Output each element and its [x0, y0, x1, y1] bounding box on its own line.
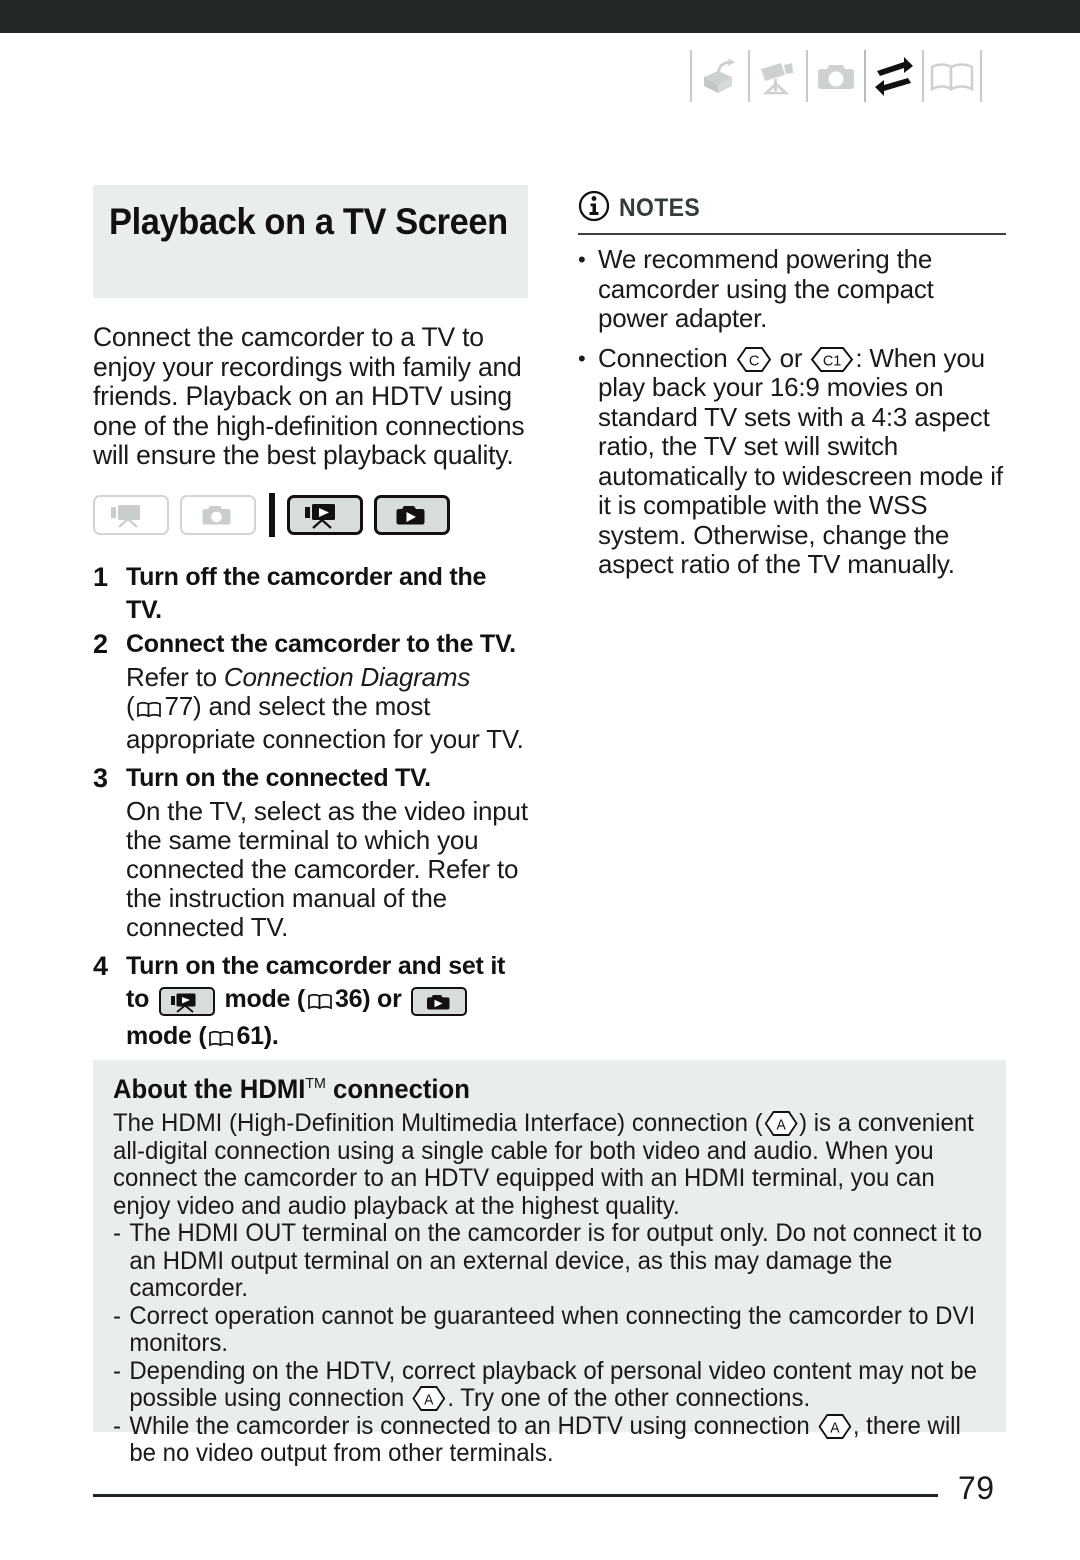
transfer-arrows-icon	[866, 48, 922, 104]
step-body-italic: Connection Diagrams	[223, 661, 471, 692]
hdmi-trademark: TM	[305, 1075, 326, 1092]
step-body-text: On the TV, select as the video input the…	[126, 795, 528, 942]
dash-text-part1: While the camcorder is connected to an H…	[129, 1411, 817, 1440]
dash-marker: -	[113, 1356, 121, 1385]
svg-text:A: A	[424, 1392, 434, 1408]
dash-text: Correct operation cannot be guaranteed w…	[129, 1301, 976, 1357]
step-heading-to: to	[126, 984, 150, 1013]
step-3: 3 Turn on the connected TV. On the TV, s…	[93, 762, 528, 942]
connection-badge-a: A	[817, 1413, 852, 1440]
photo-record-mode-icon	[180, 494, 256, 535]
svg-text:C: C	[748, 353, 758, 369]
page-number: 79	[958, 1470, 995, 1506]
dash-marker: -	[113, 1219, 121, 1247]
step-body-text: Refer to Connection Diagrams (77) and se…	[126, 661, 528, 754]
step-heading: Turn on the connected TV.	[126, 763, 431, 792]
hdmi-heading: About the HDMITM connection	[113, 1074, 944, 1105]
section-title-band: Playback on a TV Screen	[93, 185, 528, 298]
open-book-icon	[136, 695, 162, 725]
notes-header: NOTES	[578, 190, 1006, 227]
header-icon-strip	[690, 45, 982, 107]
svg-text:C1: C1	[823, 353, 841, 369]
note-prefix: Connection	[598, 342, 735, 373]
step-2: 2 Connect the camcorder to the TV. Refer…	[93, 628, 528, 754]
connection-badge-c: C	[736, 346, 772, 373]
bullet-marker: •	[578, 247, 586, 272]
dash-text: While the camcorder is connected to an H…	[129, 1411, 986, 1468]
movie-playback-mode-icon	[158, 987, 215, 1016]
step-heading: Connect the camcorder to the TV.	[126, 629, 516, 658]
note-item: • We recommend powering the camcorder us…	[578, 244, 1006, 334]
movie-record-mode-icon	[93, 494, 169, 535]
procedure-steps: 1 Turn off the camcorder and the TV. 2 C…	[93, 561, 528, 1117]
mode-icon-row	[93, 492, 528, 537]
connection-badge-a: A	[764, 1110, 799, 1137]
connection-badge-c1: C1	[810, 346, 854, 373]
dash-text: Depending on the HDTV, correct playback …	[129, 1357, 986, 1413]
svg-text:A: A	[830, 1420, 840, 1436]
note-text: We recommend powering the camcorder usin…	[598, 244, 934, 333]
step-number: 1	[93, 561, 109, 592]
dash-text-part2: . Try one of the other connections.	[447, 1384, 811, 1412]
step-heading-end: ).	[263, 1021, 279, 1050]
camcorder-icon	[750, 48, 806, 104]
step-heading: Turn off the camcorder and the TV.	[126, 562, 487, 624]
hdmi-heading-prefix: About the HDMI	[113, 1074, 306, 1104]
svg-text:A: A	[776, 1117, 786, 1133]
connection-badge-a: A	[412, 1385, 447, 1412]
section-intro-paragraph: Connect the camcorder to a TV to enjoy y…	[93, 322, 525, 470]
notes-divider	[578, 233, 1006, 235]
step-number: 2	[93, 628, 109, 659]
open-book-icon	[924, 48, 980, 104]
note-item: • Connection C or C1: When you play back…	[578, 342, 1006, 580]
icon-separator	[980, 50, 982, 102]
step-body-prefix: Refer to	[126, 661, 224, 692]
hdmi-paragraph-part1: The HDMI (High-Definition Multimedia Int…	[113, 1109, 763, 1137]
photo-playback-mode-icon	[411, 987, 468, 1016]
dash-marker: -	[113, 1411, 121, 1440]
hdmi-heading-suffix: connection	[325, 1074, 470, 1104]
unpacking-box-icon	[692, 48, 748, 104]
left-column: Playback on a TV Screen Connect the camc…	[93, 185, 528, 1118]
hdmi-dash-item: - Depending on the HDTV, correct playbac…	[113, 1356, 987, 1413]
step-number: 3	[93, 762, 109, 793]
step-mode-label-1: mode (	[224, 984, 306, 1013]
photo-playback-mode-icon	[374, 494, 450, 535]
note-suffix: : When you play back your 16:9 movies on…	[598, 342, 1003, 579]
dash-text: The HDMI OUT terminal on the camcorder i…	[129, 1219, 983, 1302]
hdmi-info-box: About the HDMITM connection The HDMI (Hi…	[93, 1060, 1006, 1467]
open-book-icon	[307, 989, 333, 1017]
step-mode-label-2: mode (	[126, 1021, 207, 1050]
footer-divider	[93, 1494, 938, 1497]
step-heading-line1: Turn on the camcorder and set it	[126, 951, 506, 980]
hdmi-dash-item: - Correct operation cannot be guaranteed…	[113, 1301, 987, 1358]
note-text: Connection C or C1: When you play back y…	[598, 342, 1006, 580]
open-book-icon	[208, 1026, 234, 1054]
page-reference: 61	[236, 1021, 264, 1050]
bullet-marker: •	[578, 345, 586, 371]
photo-camera-icon	[808, 48, 864, 104]
notes-label: NOTES	[619, 194, 701, 222]
note-middle: or	[772, 342, 810, 373]
page-title: Playback on a TV Screen	[109, 201, 508, 242]
paren-open: (	[126, 690, 135, 721]
info-circle-icon	[578, 190, 610, 227]
step-1: 1 Turn off the camcorder and the TV.	[93, 561, 528, 627]
page-reference: 77	[164, 690, 193, 721]
hdmi-paragraph: The HDMI (High-Definition Multimedia Int…	[113, 1109, 987, 1220]
movie-playback-mode-icon	[287, 494, 363, 535]
hdmi-dash-item: - The HDMI OUT terminal on the camcorder…	[113, 1219, 987, 1303]
mode-group-divider	[269, 492, 275, 537]
top-dark-bar	[0, 0, 1080, 33]
notes-column: NOTES • We recommend powering the camcor…	[578, 190, 1006, 580]
step-heading: Turn on the camcorder and set it to mode…	[126, 950, 528, 1057]
hdmi-dash-item: - While the camcorder is connected to an…	[113, 1411, 987, 1468]
dash-marker: -	[113, 1301, 121, 1330]
step-or-label: ) or	[362, 984, 402, 1013]
page-reference: 36	[334, 984, 363, 1013]
